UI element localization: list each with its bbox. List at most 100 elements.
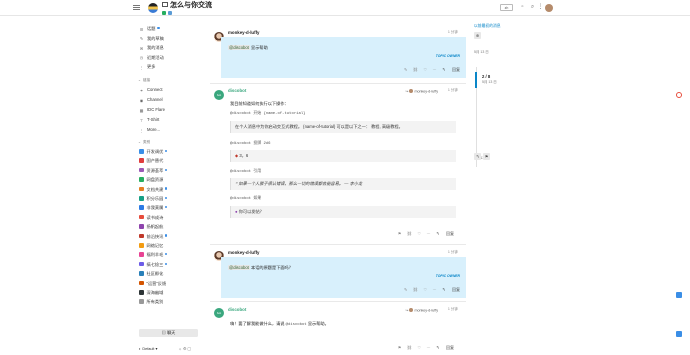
sidebar-category-item[interactable]: 文档共建 xyxy=(139,186,205,193)
heart-icon[interactable]: ♡ xyxy=(423,67,427,72)
sidebar-category-item[interactable]: 深海幽域 xyxy=(139,290,205,296)
bookmark-button[interactable]: ⚑ xyxy=(483,153,490,160)
reply-button[interactable]: ↰ 回复 xyxy=(442,287,460,292)
search-icon[interactable]: ⌕ xyxy=(529,4,536,11)
reply-button[interactable]: ↰ 回复 xyxy=(436,231,454,236)
post-author[interactable]: discobot xyxy=(228,88,246,94)
edit-icon[interactable]: ✎ xyxy=(404,67,407,72)
heart-icon[interactable]: ♡ xyxy=(423,287,427,292)
sidebar-category-item[interactable]: 网络记忆 xyxy=(139,243,205,249)
reply-arrow-button[interactable]: ↰ xyxy=(474,153,481,160)
category-color-icon xyxy=(139,271,144,276)
chat-float-icon[interactable] xyxy=(676,331,682,337)
menu-icon[interactable] xyxy=(133,4,140,11)
sidebar-item-activity[interactable]: ◷ 近期活动 xyxy=(139,55,205,61)
sidebar-category-item[interactable]: "运营"反馈 xyxy=(139,280,205,287)
post-divider xyxy=(210,301,466,302)
sidebar-footer: ◐ Default ▾ ☼ ⚙ ▢ xyxy=(139,347,191,352)
sidebar-item-connect[interactable]: ⚭ Connect xyxy=(139,87,205,93)
sidebar-category-item[interactable]: 读书成诗 xyxy=(139,214,205,221)
grid-icon[interactable]: ⋮ xyxy=(537,4,544,11)
more-icon: ⋮ xyxy=(139,64,144,70)
sidebar-item-label: 搞七捻三 xyxy=(146,261,164,267)
timeline-action-button[interactable]: ⊕ xyxy=(474,32,481,39)
site-logo[interactable] xyxy=(148,3,158,13)
post-time[interactable]: 1 分钟 xyxy=(448,250,458,254)
sidebar-section-categories[interactable]: 类别 xyxy=(138,140,204,144)
sidebar-item-drafts[interactable]: ✎ 我的草稿 xyxy=(139,36,205,42)
sidebar-category-item[interactable]: 搞七捻三 xyxy=(139,261,205,268)
link-icon[interactable]: ⛓ xyxy=(407,345,412,350)
sidebar-section-links[interactable]: 链接 xyxy=(138,78,204,82)
theme-selector[interactable]: Default xyxy=(142,347,154,351)
sidebar-category-item[interactable]: 社区孵化 xyxy=(139,271,205,277)
link-icon[interactable]: ⛓ xyxy=(407,231,412,236)
chat-float-icon[interactable] xyxy=(676,292,682,298)
mention[interactable]: @discobot xyxy=(228,265,250,271)
timeline-handle[interactable] xyxy=(475,72,477,88)
flag-icon[interactable]: ⚑ xyxy=(398,345,402,350)
user-avatar[interactable] xyxy=(545,3,553,12)
sidebar-item-label: 深海幽域 xyxy=(146,290,164,295)
sidebar-category-item[interactable]: 扬帆起航 xyxy=(139,224,205,230)
post-author[interactable]: monkey-d-luffy xyxy=(228,30,259,36)
post-author[interactable]: monkey-d-luffy xyxy=(228,250,259,256)
footer-icons[interactable]: ☼ ⚙ ▢ xyxy=(178,347,191,351)
answer-block: ● 你可以发帖？ xyxy=(230,206,456,218)
sidebar: ☰话题 ✎我的草稿 ✉我的消息 ◷近期活动 ⋮更多 链接 ⚭Connect ◉C… xyxy=(130,18,206,355)
reply-button[interactable]: ↰ 回复 xyxy=(442,67,460,72)
sidebar-category-item[interactable]: 所有类别 xyxy=(139,299,205,305)
sidebar-item-topics[interactable]: ☰ 话题 xyxy=(139,26,205,32)
link-icon[interactable]: ⛓ xyxy=(413,67,418,72)
sidebar-item-more[interactable]: ⋮ 更多 xyxy=(139,64,205,70)
more-icon[interactable]: ⋯ xyxy=(433,67,437,72)
edit-icon[interactable]: ✎ xyxy=(404,287,407,292)
category-color-icon xyxy=(139,290,144,295)
category-color-icon xyxy=(139,252,144,257)
sidebar-category-item[interactable]: 开发调优 xyxy=(139,149,205,155)
post-time[interactable]: 1 分钟 xyxy=(448,30,458,34)
avatar[interactable]: bot xyxy=(214,90,224,100)
language-switcher[interactable]: zh xyxy=(500,4,513,11)
reply-label: 回复 xyxy=(446,345,454,350)
notification-icon[interactable] xyxy=(676,92,682,98)
caret-icon: ▾ xyxy=(154,347,158,351)
sidebar-item-idc-flare[interactable]: ▦ IDC Flare xyxy=(139,107,205,113)
sidebar-category-item[interactable]: 积分乐园 xyxy=(139,196,205,202)
sidebar-item-more-links[interactable]: ⋮ More... xyxy=(139,127,205,133)
chat-button[interactable]: ▤ 聊天 xyxy=(139,329,198,337)
sidebar-item-messages[interactable]: ✉ 我的消息 xyxy=(139,45,205,51)
sidebar-category-item[interactable]: 前沿快讯 xyxy=(139,233,205,240)
sidebar-category-item[interactable]: 资源荟萃 xyxy=(139,167,205,174)
post-author[interactable]: discobot xyxy=(228,307,246,313)
heart-icon[interactable]: ♡ xyxy=(417,231,421,236)
reply-to[interactable]: ↪ monkey-d-luffy xyxy=(405,308,438,313)
flag-icon[interactable]: ⚑ xyxy=(398,231,402,236)
avatar[interactable]: bot xyxy=(214,308,224,318)
mention[interactable]: @discobot xyxy=(286,323,307,327)
chat-icon[interactable]: ▫ xyxy=(519,4,526,11)
post-divider xyxy=(210,83,466,84)
reply-button[interactable]: ↰ 回复 xyxy=(436,345,454,350)
more-icon[interactable]: ⋯ xyxy=(433,287,437,292)
link-icon[interactable]: ⛓ xyxy=(413,287,418,292)
mention[interactable]: @discobot xyxy=(228,45,250,51)
sidebar-category-item[interactable]: 非我莫属 xyxy=(139,205,205,211)
heart-icon[interactable]: ♡ xyxy=(417,345,421,350)
timeline-link[interactable]: 以前最初的消息 xyxy=(474,24,501,29)
sidebar-category-item[interactable]: 网盘资源 xyxy=(139,177,205,183)
post-time[interactable]: 1 分钟 xyxy=(448,88,458,92)
post-time[interactable]: 1 分钟 xyxy=(448,307,458,311)
reply-to[interactable]: ↪ monkey-d-luffy xyxy=(405,89,438,94)
unread-dot xyxy=(165,253,168,256)
sidebar-category-item[interactable]: 福利羊毛 xyxy=(139,252,205,258)
sidebar-item-tshirt[interactable]: ⊤ T-Shirt xyxy=(139,117,205,123)
sidebar-category-item[interactable]: 国产替代 xyxy=(139,158,205,164)
timeline-start-date[interactable]: 5月 13 日 xyxy=(474,50,489,54)
sidebar-item-channel[interactable]: ◉ Channel xyxy=(139,97,205,103)
topic-owner-badge: TOPIC OWNER xyxy=(435,274,460,278)
more-icon[interactable]: ⋯ xyxy=(427,231,431,236)
reply-label: 回复 xyxy=(446,231,454,236)
more-icon[interactable]: ⋯ xyxy=(427,345,431,350)
reply-arrow-icon: ↪ xyxy=(405,89,409,94)
